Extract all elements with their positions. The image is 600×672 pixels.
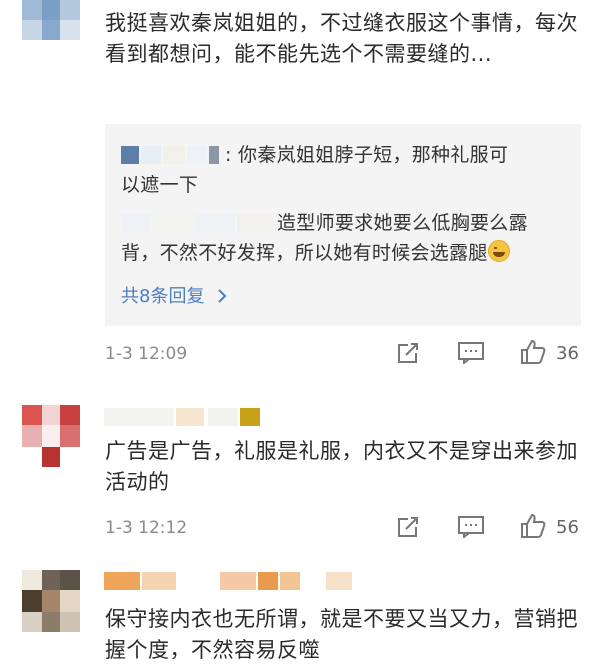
comment-text: 保守接内衣也无所谓，就是不要又当又力，营销把握个度，不然容易反噬 [105, 607, 578, 662]
avatar[interactable] [22, 570, 80, 632]
reply-text: 以遮一下 [121, 174, 199, 196]
redacted-username[interactable] [104, 406, 264, 428]
comment-timestamp: 1-3 12:09 [105, 344, 188, 364]
chevron-right-icon [218, 289, 227, 303]
comment-text: 广告是广告，礼服是礼服，内衣又不是穿出来参加活动的 [105, 439, 578, 494]
reply-text-body: 背，不然不好发挥，所以她有时候会选露腿 [121, 242, 488, 264]
comment-icon[interactable] [458, 516, 484, 538]
comment-icon[interactable] [458, 342, 484, 364]
avatar[interactable] [22, 0, 80, 40]
laughing-emoji-icon [487, 240, 510, 262]
reply-text: 背，不然不好发挥，所以她有时候会选露腿 [121, 238, 510, 268]
comment-text: 我挺喜欢秦岚姐姐的，不过缝衣服这个事情，每次看到都想问，能不能先选个不需要缝的.… [105, 11, 578, 66]
thumbs-up-icon[interactable] [520, 513, 546, 539]
avatar[interactable] [22, 405, 80, 467]
redacted-username [121, 144, 225, 166]
reply-preview-box[interactable]: : 你秦岚姐姐脖子短，那种礼服可 以遮一下 造型师要求她要么低胸要么露 背，不然… [105, 124, 581, 326]
view-replies-link[interactable]: 共8条回复 [121, 282, 228, 308]
reply-text: : 你秦岚姐姐脖子短，那种礼服可 [225, 144, 509, 166]
like-count: 56 [556, 517, 579, 538]
reply-count-label: 共8条回复 [121, 286, 205, 307]
like-count: 36 [556, 343, 579, 364]
comment-timestamp: 1-3 12:12 [105, 518, 188, 538]
share-icon[interactable] [396, 515, 420, 539]
share-icon[interactable] [396, 341, 420, 365]
reply-text: 造型师要求她要么低胸要么露 [277, 212, 528, 234]
thumbs-up-icon[interactable] [520, 339, 546, 365]
redacted-username [121, 212, 277, 234]
redacted-username[interactable] [104, 570, 354, 592]
